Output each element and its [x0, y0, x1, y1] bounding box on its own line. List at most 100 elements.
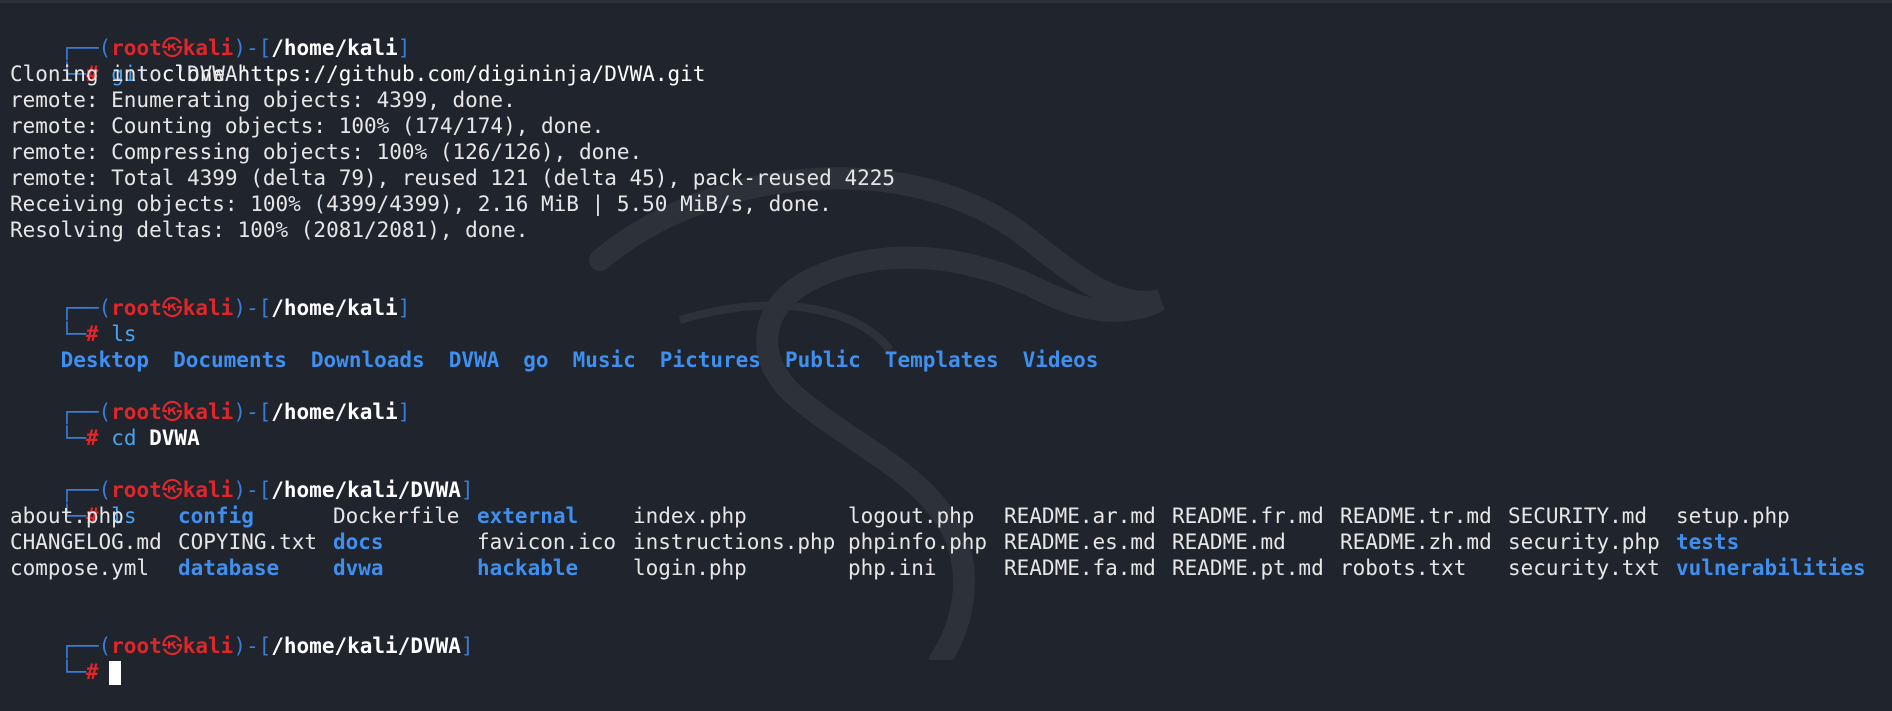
ls-output-dvwa: about.php config Dockerfile external index.p… — [10, 503, 1882, 581]
prompt-close: ] — [397, 296, 411, 320]
file-entry: COPYING.txt — [178, 530, 318, 554]
prompt-line: ┌──(root㉿kali)-[/home/kali] — [10, 269, 1882, 320]
prompt-line: ┌──(root㉿kali)-[/home/kali/DVWA] — [10, 451, 1882, 502]
file-entry: setup.php — [1676, 504, 1790, 528]
prompt-close: ] — [460, 478, 474, 502]
prompt-path: /home/kali/DVWA — [271, 634, 461, 658]
prompt-corner: ┌──( — [60, 296, 112, 320]
dir-entry: docs — [333, 530, 384, 554]
dir-entry: Music — [572, 348, 636, 372]
command-args: DVWA — [149, 426, 200, 450]
file-entry: security.txt — [1508, 556, 1660, 580]
skull-icon: ㉿ — [161, 296, 183, 320]
prompt-corner: ┌──( — [60, 478, 112, 502]
file-entry: security.php — [1508, 530, 1660, 554]
file-entry: README.fr.md — [1172, 504, 1324, 528]
file-entry: instructions.php — [633, 530, 836, 554]
terminal-output[interactable]: ┌──(root㉿kali)-[/home/kali] └─# git clon… — [10, 9, 1882, 685]
file-entry: robots.txt — [1340, 556, 1467, 580]
dir-entry: config — [178, 504, 254, 528]
dir-entry: Documents — [173, 348, 287, 372]
prompt-corner: ┌──( — [60, 400, 112, 424]
prompt-corner: ┌──( — [60, 36, 112, 60]
command: cd — [111, 426, 137, 450]
output-line: Resolving deltas: 100% (2081/2081), done… — [10, 218, 529, 242]
dir-entry: dvwa — [333, 556, 384, 580]
prompt-corner-bottom: └─ — [60, 426, 86, 450]
dir-entry: Templates — [884, 348, 999, 372]
prompt-host: kali — [182, 634, 234, 658]
file-entry: phpinfo.php — [848, 530, 988, 554]
file-entry: favicon.ico — [477, 530, 617, 554]
prompt-path: /home/kali/DVWA — [271, 478, 461, 502]
file-entry: README.pt.md — [1172, 556, 1324, 580]
file-entry: login.php — [633, 556, 747, 580]
prompt-path: /home/kali — [271, 400, 398, 424]
prompt-hash: # — [85, 322, 99, 346]
dir-entry: Public — [784, 348, 861, 372]
prompt-path: /home/kali — [271, 36, 398, 60]
file-entry: README.fa.md — [1004, 556, 1156, 580]
file-entry: about.php — [10, 504, 124, 528]
output-line: remote: Counting objects: 100% (174/174)… — [10, 114, 605, 138]
window-top-border — [0, 0, 1892, 3]
prompt-path: /home/kali — [271, 296, 398, 320]
prompt-close: ] — [397, 36, 411, 60]
ls-output-home: Desktop Documents Downloads DVWA go Music Pict… — [10, 321, 1882, 372]
dir-entry: go — [523, 348, 549, 372]
skull-icon: ㉿ — [161, 634, 183, 658]
output-line: Receiving objects: 100% (4399/4399), 2.1… — [10, 192, 832, 216]
prompt-user: root — [111, 36, 162, 60]
prompt-line: ┌──(root㉿kali)-[/home/kali] — [10, 9, 1882, 60]
prompt-separator: )-[ — [233, 478, 272, 502]
prompt-host: kali — [182, 36, 234, 60]
prompt-separator: )-[ — [233, 296, 272, 320]
skull-icon: ㉿ — [161, 36, 183, 60]
prompt-corner-bottom: └─ — [60, 322, 86, 346]
dir-entry: Downloads — [310, 348, 425, 372]
dir-entry: external — [477, 504, 579, 528]
prompt-separator: )-[ — [233, 400, 272, 424]
skull-icon: ㉿ — [161, 400, 183, 424]
dir-entry: Pictures — [659, 348, 761, 372]
file-entry: README.es.md — [1004, 530, 1156, 554]
file-entry: CHANGELOG.md — [10, 530, 162, 554]
prompt-user: root — [111, 478, 162, 502]
dir-entry: tests — [1676, 530, 1740, 554]
prompt-close: ] — [460, 634, 474, 658]
prompt-corner-bottom: └─ — [60, 660, 86, 684]
output-line: remote: Enumerating objects: 4399, done. — [10, 88, 516, 112]
prompt-hash: # — [85, 426, 99, 450]
output-line: remote: Compressing objects: 100% (126/1… — [10, 140, 643, 164]
file-entry: README.ar.md — [1004, 504, 1156, 528]
prompt-host: kali — [182, 478, 234, 502]
file-entry: README.zh.md — [1340, 530, 1492, 554]
file-entry: README.tr.md — [1340, 504, 1492, 528]
prompt-hash: # — [85, 660, 99, 684]
file-entry: compose.yml — [10, 556, 150, 580]
text-cursor[interactable] — [108, 661, 121, 685]
prompt-user: root — [111, 400, 162, 424]
prompt-user: root — [111, 296, 162, 320]
prompt-host: kali — [182, 296, 234, 320]
file-entry: Dockerfile — [333, 504, 460, 528]
dir-entry: Desktop — [60, 348, 150, 372]
dir-entry: database — [178, 556, 280, 580]
prompt-separator: )-[ — [233, 36, 272, 60]
output-line: remote: Total 4399 (delta 79), reused 12… — [10, 166, 896, 190]
dir-entry: Videos — [1022, 348, 1099, 372]
dir-entry: vulnerabilities — [1676, 556, 1866, 580]
file-entry: index.php — [633, 504, 747, 528]
dir-entry: DVWA — [448, 348, 500, 372]
dir-entry: hackable — [477, 556, 579, 580]
prompt-close: ] — [397, 400, 411, 424]
prompt-line: ┌──(root㉿kali)-[/home/kali/DVWA] — [10, 607, 1882, 658]
file-entry: README.md — [1172, 530, 1286, 554]
file-entry: logout.php — [848, 504, 975, 528]
skull-icon: ㉿ — [161, 478, 183, 502]
file-entry: php.ini — [848, 556, 937, 580]
prompt-host: kali — [182, 400, 234, 424]
command: ls — [111, 322, 137, 346]
file-entry: SECURITY.md — [1508, 504, 1648, 528]
prompt-corner: ┌──( — [60, 634, 112, 658]
